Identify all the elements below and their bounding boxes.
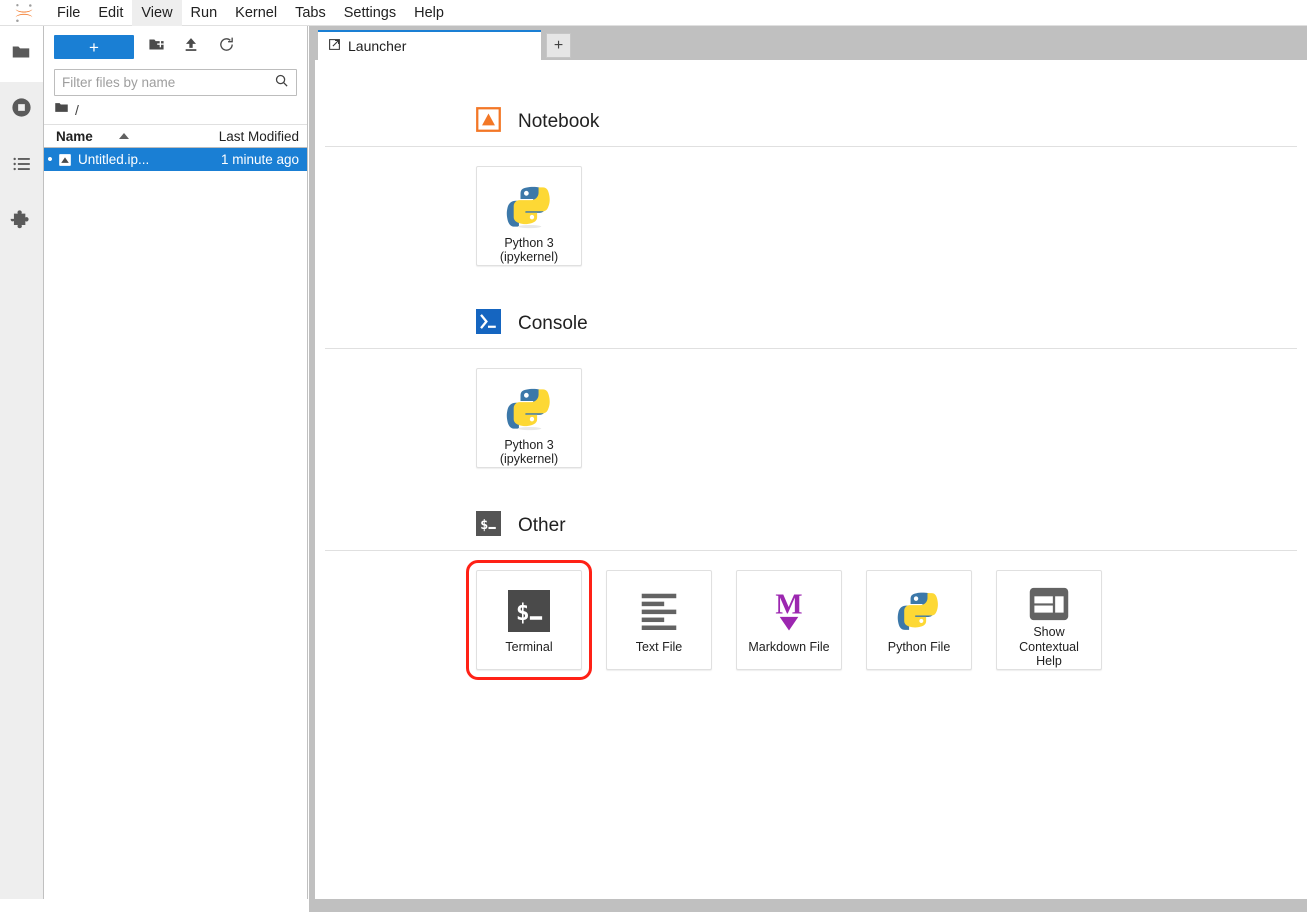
launcher-section-console: Console Python 3 (ipykernel) xyxy=(315,266,1307,468)
filter-wrap xyxy=(44,64,307,96)
tab-label: Launcher xyxy=(348,38,407,54)
text-file-icon xyxy=(638,585,680,637)
refresh-icon xyxy=(218,36,235,58)
breadcrumb-home-icon[interactable] xyxy=(54,100,69,120)
launcher-content: Notebook Python 3 (ipykernel) Console Py… xyxy=(315,60,1307,680)
list-icon xyxy=(11,153,33,180)
markdown-icon: M xyxy=(768,585,810,637)
launcher-section-other: $ Other $ Terminal Text File M Markdown … xyxy=(315,468,1307,680)
python-logo-icon xyxy=(506,181,553,233)
jupyter-logo-icon xyxy=(8,0,40,26)
file-name: Untitled.ip... xyxy=(78,152,150,167)
section-header-other: $ Other xyxy=(315,502,1307,550)
activity-bar xyxy=(0,26,44,912)
menu-item-settings[interactable]: Settings xyxy=(335,0,405,26)
card-row-console: Python 3 (ipykernel) xyxy=(315,349,1307,468)
card-row-notebook: Python 3 (ipykernel) xyxy=(315,147,1307,266)
stop-circle-icon xyxy=(10,96,33,124)
breadcrumb[interactable]: / xyxy=(44,96,307,124)
sidebar-item-table-of-contents[interactable] xyxy=(0,138,43,194)
card-show-contextual-help[interactable]: Show Contextual Help xyxy=(996,570,1102,670)
unsaved-dot: • xyxy=(47,151,53,168)
search-input[interactable] xyxy=(62,75,274,90)
tab-bar: Launcher + xyxy=(309,26,1307,60)
card-label: Terminal xyxy=(505,640,553,654)
status-bar xyxy=(309,899,1307,912)
section-header-notebook: Notebook xyxy=(315,98,1307,146)
card-markdown-file[interactable]: M Markdown File xyxy=(736,570,842,670)
contextual-help-icon xyxy=(1029,585,1069,622)
sidebar-item-extensions[interactable] xyxy=(0,194,43,250)
card-label: Show Contextual Help xyxy=(1019,625,1079,669)
jupyterlab-window: File Edit View Run Kernel Tabs Settings … xyxy=(0,0,1307,912)
section-title: Other xyxy=(518,515,566,536)
menu-item-kernel[interactable]: Kernel xyxy=(226,0,286,26)
section-title: Console xyxy=(518,313,588,334)
sidebar-item-running[interactable] xyxy=(0,82,43,138)
notebook-icon xyxy=(56,153,74,167)
new-launcher-label: + xyxy=(89,37,99,57)
card-python-file[interactable]: Python File xyxy=(866,570,972,670)
notebook-section-icon xyxy=(476,107,501,137)
menu-item-view[interactable]: View xyxy=(132,0,182,26)
card-label: Python File xyxy=(887,640,951,654)
svg-text:$: $ xyxy=(480,517,488,533)
file-list-header: Name Last Modified xyxy=(44,124,307,148)
card-label: Python 3 (ipykernel) xyxy=(499,235,559,265)
main-area: Launcher + Notebook Python 3 (ipykernel)… xyxy=(309,26,1307,912)
column-header-name: Name xyxy=(56,128,93,144)
add-tab-button[interactable]: + xyxy=(546,33,571,58)
menu-item-file[interactable]: File xyxy=(48,0,89,26)
menu-items: File Edit View Run Kernel Tabs Settings … xyxy=(48,0,453,26)
terminal-section-icon: $ xyxy=(476,511,501,541)
filter-files-box[interactable] xyxy=(54,69,297,96)
file-browser-toolbar: + xyxy=(44,30,307,64)
section-header-console: Console xyxy=(315,300,1307,348)
launcher-section-notebook: Notebook Python 3 (ipykernel) xyxy=(315,60,1307,266)
launcher-panel: Notebook Python 3 (ipykernel) Console Py… xyxy=(315,60,1307,905)
menu-item-help[interactable]: Help xyxy=(405,0,453,26)
menu-bar: File Edit View Run Kernel Tabs Settings … xyxy=(0,0,1307,26)
card-label: Python 3 (ipykernel) xyxy=(499,437,559,467)
section-title: Notebook xyxy=(518,111,600,132)
card-label: Text File xyxy=(635,640,683,654)
python-logo-icon xyxy=(506,383,553,435)
caret-up-icon xyxy=(118,133,129,139)
column-header-name-wrap[interactable]: Name xyxy=(44,129,189,144)
bottom-strip xyxy=(0,899,309,912)
breadcrumb-path[interactable]: / xyxy=(75,102,79,118)
new-folder-button[interactable] xyxy=(143,35,169,59)
svg-text:$: $ xyxy=(516,600,530,626)
launcher-icon xyxy=(328,38,341,54)
card-text-file[interactable]: Text File xyxy=(606,570,712,670)
terminal-icon: $ xyxy=(508,585,550,637)
list-item[interactable]: • Untitled.ip... 1 minute ago xyxy=(44,148,307,171)
file-list: • Untitled.ip... 1 minute ago xyxy=(44,148,307,912)
column-header-last-modified[interactable]: Last Modified xyxy=(189,129,307,144)
upload-button[interactable] xyxy=(178,35,204,59)
refresh-button[interactable] xyxy=(213,35,239,59)
card-row-other: $ Terminal Text File M Markdown File Pyt… xyxy=(315,551,1307,680)
sidebar-item-file-browser[interactable] xyxy=(0,26,43,82)
menu-item-tabs[interactable]: Tabs xyxy=(286,0,335,26)
file-browser-panel: + Filter files by name / Name Last Modif… xyxy=(44,26,308,912)
card-label: Markdown File xyxy=(748,640,830,654)
card-notebook-python3[interactable]: Python 3 (ipykernel) xyxy=(476,166,582,266)
new-launcher-button[interactable]: + xyxy=(54,35,134,59)
card-console-python3[interactable]: Python 3 (ipykernel) xyxy=(476,368,582,468)
console-section-icon xyxy=(476,309,501,339)
menu-item-edit[interactable]: Edit xyxy=(89,0,132,26)
file-modified: 1 minute ago xyxy=(220,152,299,167)
folder-icon xyxy=(10,41,32,68)
tab-launcher[interactable]: Launcher xyxy=(318,30,541,60)
upload-icon xyxy=(183,36,199,58)
puzzle-icon xyxy=(10,208,33,236)
menu-item-run[interactable]: Run xyxy=(182,0,227,26)
svg-text:M: M xyxy=(775,589,802,621)
new-folder-icon xyxy=(148,36,165,58)
python-logo-icon xyxy=(897,585,941,637)
search-icon xyxy=(274,73,289,93)
card-terminal[interactable]: $ Terminal xyxy=(466,560,592,680)
